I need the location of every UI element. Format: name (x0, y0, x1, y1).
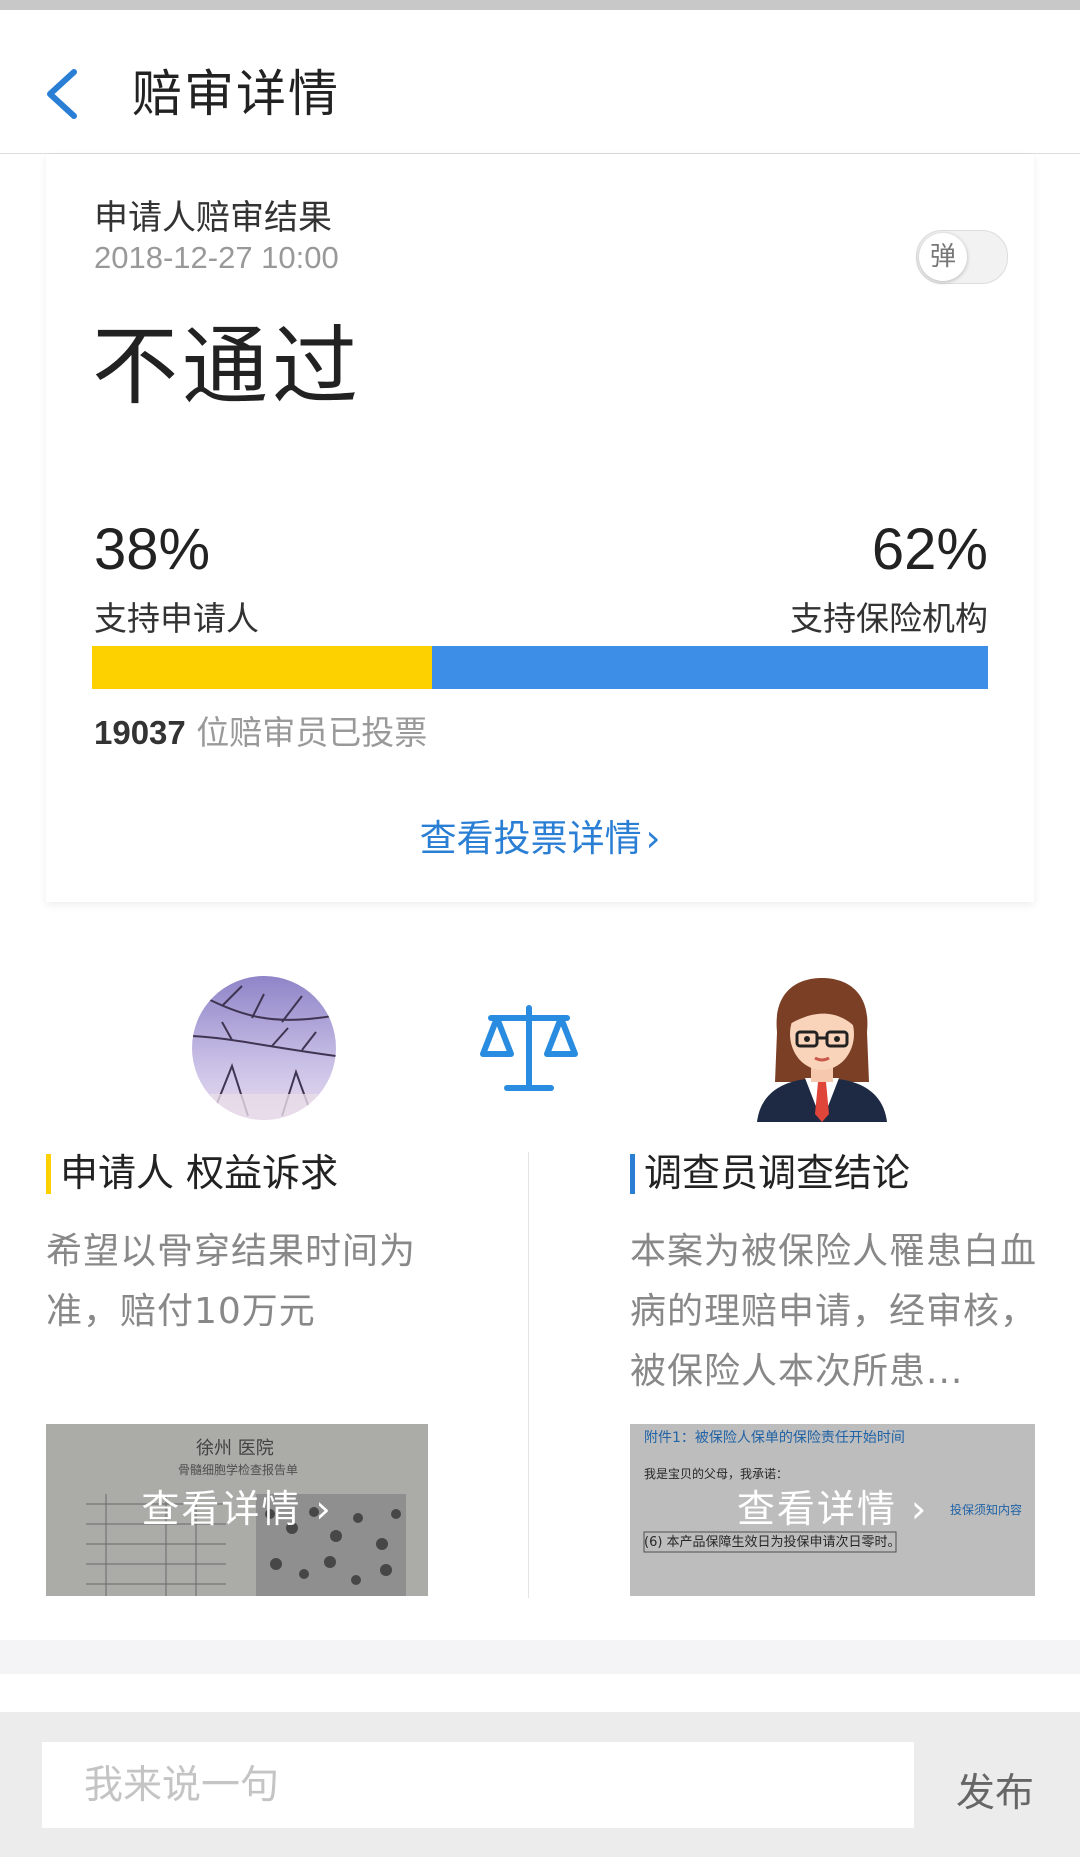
applicant-side-label: 支持申请人 (94, 599, 259, 638)
view-vote-details-link[interactable]: 查看投票详情 › (46, 808, 1034, 862)
investigator-conclusion-section: 调查员调查结论 本案为被保险人罹患白血病的理赔申请，经审核，被保险人本次所患..… (630, 1146, 1040, 1596)
page-title: 赔审详情 (132, 65, 340, 123)
view-details-label: 查看详情 › (736, 1487, 929, 1531)
title-accent-bar (630, 1154, 635, 1194)
app-header: 赔审详情 (0, 10, 1080, 154)
investigator-conclusion-title: 调查员调查结论 (630, 1146, 1040, 1200)
danmaku-toggle[interactable]: 弹 (916, 230, 1008, 284)
comment-bar: 发布 (0, 1712, 1080, 1857)
investigator-avatar[interactable] (747, 972, 897, 1122)
vote-ratio-bar (92, 646, 988, 689)
applicant-claim-title: 申请人 权益诉求 (46, 1146, 486, 1200)
view-details-label: 查看详情 › (141, 1487, 333, 1531)
back-button[interactable] (36, 50, 106, 130)
comment-input[interactable] (42, 1742, 914, 1828)
result-label: 申请人赔审结果 (94, 198, 332, 238)
applicant-avatar[interactable] (192, 976, 336, 1120)
chevron-left-icon (47, 69, 77, 119)
applicant-evidence-thumbnail[interactable]: 徐州 医院 骨髓细胞学检查报告单 查看详情 › (46, 1424, 428, 1596)
investigator-illustration (757, 978, 887, 1122)
toggle-knob: 弹 (919, 233, 967, 281)
chevron-right-icon: › (645, 817, 661, 860)
status-strip (0, 0, 1080, 10)
investigator-conclusion-text: 本案为被保险人罹患白血病的理赔申请，经审核，被保险人本次所患... (630, 1231, 1038, 1392)
publish-button[interactable]: 发布 (956, 1762, 1034, 1818)
investigator-conclusion-title-text: 调查员调查结论 (644, 1151, 911, 1195)
applicant-claim-title-text: 申请人 权益诉求 (60, 1151, 339, 1195)
insurer-percent: 62% (871, 517, 988, 582)
applicant-vote-fill (92, 646, 433, 689)
view-vote-details-label: 查看投票详情 (419, 817, 642, 860)
investigator-evidence-thumbnail[interactable]: 附件1：被保险人保单的保险责任开始时间 我是宝贝的父母，我承诺： (6) 本产品… (630, 1424, 1035, 1596)
voter-count: 19037 (94, 714, 186, 751)
section-separator (0, 1640, 1080, 1674)
insurer-side-label: 支持保险机构 (790, 599, 988, 638)
voter-suffix: 位赔审员已投票 (185, 713, 428, 752)
voter-count-line: 19037 位赔审员已投票 (94, 706, 427, 754)
avatar-photo (192, 976, 336, 1120)
applicant-percent: 38% (94, 517, 211, 582)
column-divider (528, 1152, 529, 1598)
scale-balance-icon (480, 1005, 578, 1091)
applicant-claim-section: 申请人 权益诉求 希望以骨穿结果时间为准，赔付10万元 徐州 医院 骨髓细胞学检… (46, 1146, 486, 1596)
result-verdict: 不通过 (92, 317, 362, 417)
result-card: 申请人赔审结果 2018-12-27 10:00 不通过 弹 38% 62% 支… (46, 154, 1034, 902)
applicant-claim-text: 希望以骨穿结果时间为准，赔付10万元 (46, 1231, 417, 1332)
title-accent-bar (46, 1154, 51, 1194)
result-time: 2018-12-27 10:00 (94, 240, 339, 275)
